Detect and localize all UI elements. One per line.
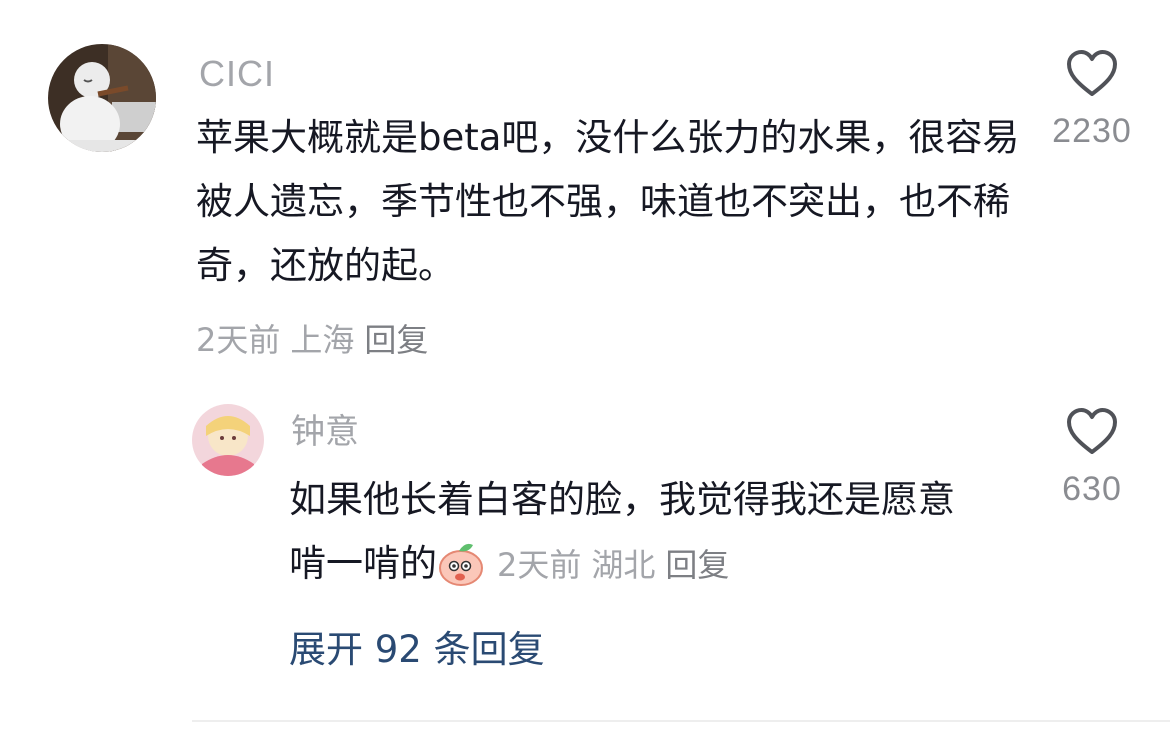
heart-outline-icon bbox=[1067, 408, 1117, 454]
like-count: 630 bbox=[1062, 470, 1122, 508]
comment-text: 苹果大概就是beta吧，没什么张力的水果，很容易被人遗忘，季节性也不强，味道也不… bbox=[196, 116, 1020, 287]
reply-time: 2天前 bbox=[497, 546, 582, 584]
divider bbox=[192, 720, 1170, 722]
comment-time: 2天前 bbox=[196, 321, 281, 359]
peach-emoji-icon bbox=[439, 543, 483, 586]
like-button[interactable]: 2230 bbox=[1040, 50, 1144, 151]
reply-button[interactable]: 回复 bbox=[364, 321, 428, 359]
avatar[interactable] bbox=[192, 404, 264, 476]
expand-replies-button[interactable]: 展开 92 条回复 bbox=[289, 626, 545, 674]
reply-author[interactable]: 钟意 bbox=[291, 412, 359, 452]
comment-meta: 2天前 上海 回复 bbox=[196, 318, 438, 362]
comment-author[interactable]: CICI bbox=[199, 54, 275, 94]
heart-outline-icon bbox=[1067, 50, 1117, 96]
comment-location: 上海 bbox=[290, 321, 355, 359]
reply-text-block: 如果他长着白客的脸，我觉得我还是愿意啃一啃的 2天前 湖北 回复 bbox=[289, 468, 989, 597]
reply-button[interactable]: 回复 bbox=[665, 546, 729, 584]
like-count: 2230 bbox=[1052, 112, 1132, 150]
avatar[interactable] bbox=[48, 44, 156, 152]
like-button[interactable]: 630 bbox=[1040, 408, 1144, 509]
reply-meta: 2天前 湖北 回复 bbox=[497, 546, 739, 584]
reply-location: 湖北 bbox=[591, 546, 656, 584]
